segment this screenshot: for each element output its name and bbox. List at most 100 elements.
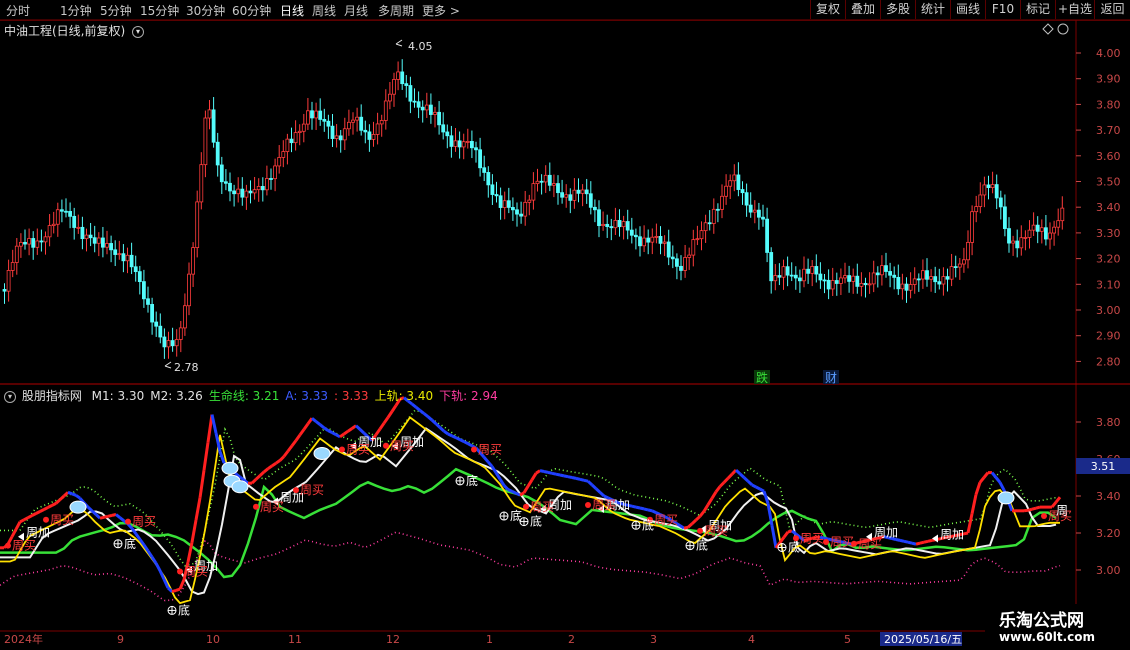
a-line-down (502, 484, 510, 491)
low-arrow-icon (164, 361, 172, 369)
buy-dot-icon (697, 527, 703, 534)
candle-body (150, 304, 155, 323)
buy-dot-icon (177, 568, 183, 575)
candle-body (301, 123, 306, 132)
a-line-down (734, 468, 742, 475)
candle-body (244, 190, 249, 198)
price-axis: 4.00 3.90 3.80 3.70 3.60 3.50 3.40 3.30 3.20 3.10… (1076, 47, 1121, 368)
a-line-down (631, 504, 637, 509)
buy-dot-icon (585, 501, 591, 508)
a-line-up (382, 416, 390, 425)
a-line-down (647, 508, 653, 513)
candle-body (1011, 240, 1015, 244)
candle-body (1060, 207, 1065, 222)
a-line-up (706, 497, 714, 506)
candle-body (23, 241, 27, 245)
a-line-down (543, 470, 549, 474)
candle-body (269, 178, 273, 180)
candle-body (1048, 232, 1052, 240)
a-line-down (427, 415, 433, 422)
candle-body (351, 119, 355, 123)
buy-dot-icon (823, 538, 829, 545)
candle-body (379, 120, 384, 125)
candle-body (338, 135, 343, 141)
candle-body (277, 157, 282, 167)
a-line-down (463, 440, 469, 446)
candle-body (408, 85, 413, 102)
candle-body (392, 79, 396, 95)
a-line-down (94, 513, 102, 520)
chevron-down-icon[interactable]: ▾ (132, 25, 145, 38)
candle-body (576, 189, 581, 194)
a-line-down (150, 556, 158, 565)
a-line-up (258, 470, 266, 477)
buy-dot-icon (523, 503, 529, 510)
a-line-up (702, 504, 710, 513)
bottom-label: 底 (466, 473, 478, 488)
bottom-label: 底 (124, 536, 136, 551)
candle-body (1031, 224, 1036, 231)
candle-body (851, 275, 856, 282)
a-line-up (378, 422, 386, 430)
timeline-label: 2024年 (4, 632, 43, 646)
candle-body (875, 272, 880, 276)
timeline-label: 9 (117, 633, 124, 646)
a-line-up (202, 442, 210, 471)
candle-body (937, 281, 942, 285)
candle-body (60, 209, 64, 212)
indicator-values: M1: 3.30 M2: 3.26 生命线: 3.21 A: 3.33: 3.33 上轨… (86, 389, 498, 403)
candle-body (547, 174, 552, 186)
candle-body (88, 234, 93, 239)
a-line-down (759, 487, 765, 493)
chevron-down-icon[interactable]: ▾ (4, 390, 16, 403)
options-icon (1057, 23, 1069, 35)
candle-body (187, 273, 191, 307)
candle-body (199, 164, 204, 203)
candle-body (84, 234, 89, 240)
candle-body (330, 125, 335, 139)
candle-body (597, 209, 601, 227)
a-line-up (927, 538, 933, 543)
candle-body (847, 275, 851, 282)
candle-body (867, 283, 872, 286)
candle-body (793, 274, 798, 279)
candle-body (957, 263, 962, 268)
candle-body (552, 183, 556, 186)
a-line-up (710, 491, 718, 500)
upper-band-line (0, 409, 1060, 567)
indicator-value: A: 3.33 (285, 389, 328, 403)
a-line-down (423, 412, 429, 418)
a-line-down (115, 513, 121, 519)
indicator-name: 股朋指标网 (21, 389, 82, 403)
candle-body (572, 189, 577, 201)
candle-body (642, 237, 646, 247)
candle-body (601, 223, 605, 227)
candle-body (478, 149, 483, 169)
candle-body (1052, 226, 1056, 234)
a-line-up (1027, 507, 1033, 512)
candle-body (785, 266, 790, 276)
candle-body (305, 110, 310, 125)
candle-body (117, 253, 122, 256)
a-line-up (190, 519, 198, 543)
candle-body (646, 237, 651, 243)
candle-body (584, 189, 589, 195)
candle-body (1035, 224, 1040, 232)
a-line-up (966, 513, 974, 534)
a-line-up (970, 494, 978, 515)
candle-body (543, 174, 548, 183)
candle-body (314, 110, 319, 119)
candle-body (502, 200, 507, 208)
buy-label: 周买 (346, 442, 370, 456)
candle-body (178, 327, 183, 340)
indicator-tick-label: 3.80 (1096, 416, 1121, 429)
a-line-down (323, 426, 329, 432)
candle-body (72, 215, 77, 228)
chart-canvas[interactable]: 4.00 3.90 3.80 3.70 3.60 3.50 3.40 3.30 3.20 3.10… (0, 0, 1130, 650)
a-line-down (319, 423, 325, 429)
bottom-label: 底 (788, 540, 800, 555)
candle-body (256, 186, 261, 191)
a-line-up (99, 515, 105, 520)
a-line-down (559, 473, 565, 478)
candle-body (35, 240, 40, 248)
